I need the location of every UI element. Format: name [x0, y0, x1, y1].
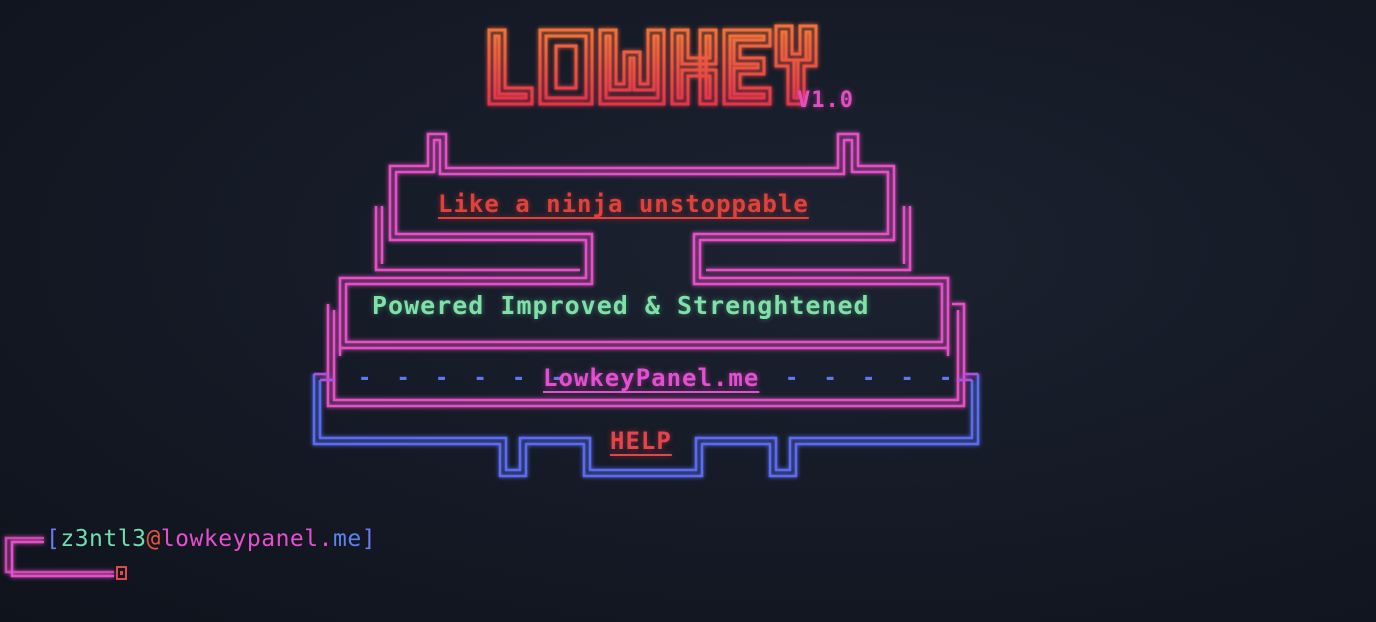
version-label: V1.0: [797, 88, 854, 113]
prompt-tld: me: [333, 526, 362, 552]
prompt-close-bracket: ]: [361, 526, 377, 552]
help-link[interactable]: HELP: [610, 427, 672, 455]
prompt-open-bracket: [: [46, 526, 61, 552]
terminal-window: V1.0 Like a ninja unstoppable Powered Im…: [0, 0, 1376, 622]
shell-prompt: [z3ntl3@lowkeypanel.me]: [46, 526, 376, 552]
prompt-at: @: [146, 526, 161, 552]
lowkey-logo: [487, 24, 818, 106]
divider-dashes-left: - - - - - -: [358, 366, 570, 391]
divider-dashes-right: - - - - -: [785, 366, 959, 391]
prompt-dot: .: [318, 526, 333, 552]
prompt-host: lowkeypanel: [160, 526, 319, 552]
terminal-cursor-icon[interactable]: [116, 566, 127, 580]
prompt-user: z3ntl3: [60, 526, 147, 552]
tagline-link[interactable]: Like a ninja unstoppable: [438, 190, 809, 218]
lowkeypanel-link[interactable]: LowkeyPanel.me: [543, 364, 759, 392]
subtitle-text: Powered Improved & Strenghtened: [372, 291, 870, 320]
